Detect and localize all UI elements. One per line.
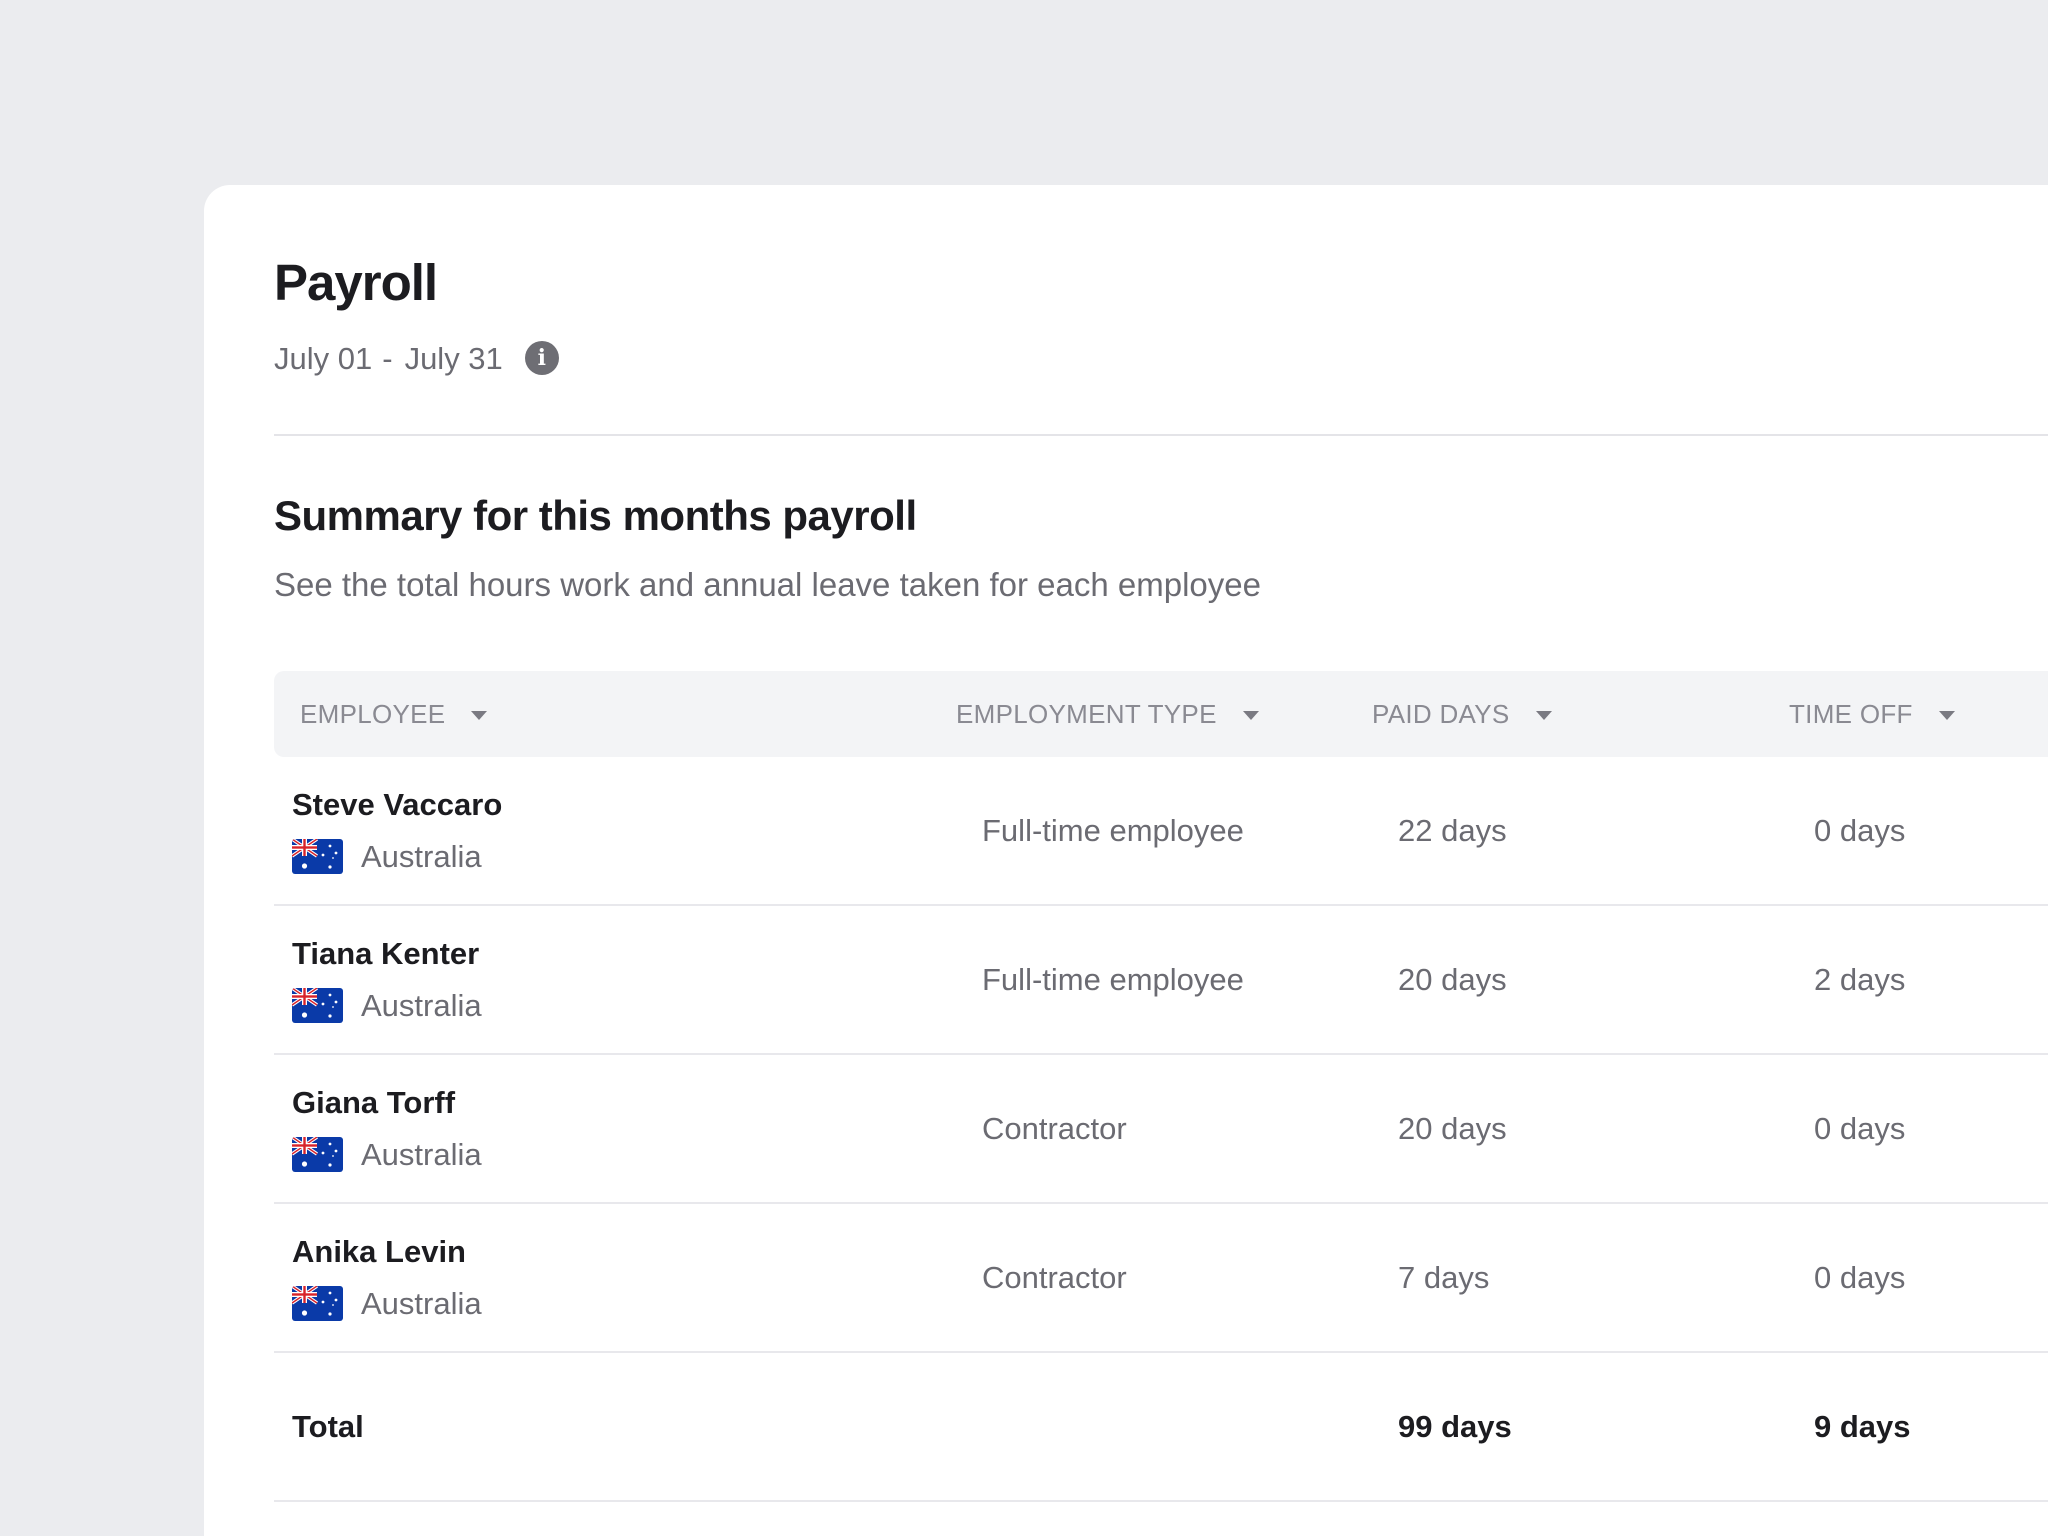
country-label: Australia	[361, 988, 482, 1023]
paid-days: 20 days	[1398, 962, 1507, 997]
employment-type: Contractor	[982, 1111, 1127, 1146]
time-off: 0 days	[1814, 1260, 1906, 1295]
date-range: July 01 - July 31 i	[274, 341, 559, 375]
column-header-employee[interactable]: EMPLOYEE	[300, 671, 488, 757]
sort-caret-icon[interactable]	[471, 710, 488, 720]
country-label: Australia	[361, 1137, 482, 1172]
employee-name: Anika Levin	[292, 1234, 466, 1269]
table-total-row: Total 99 days 9 days	[274, 1353, 2048, 1502]
country-label: Australia	[361, 839, 482, 874]
australia-flag-icon	[292, 988, 343, 1023]
paid-days: 20 days	[1398, 1111, 1507, 1146]
paid-days: 7 days	[1398, 1260, 1490, 1295]
table-row[interactable]: Giana Torff Australia Contractor 20 days…	[274, 1055, 2048, 1204]
employee-name: Tiana Kenter	[292, 936, 480, 971]
column-header-paid-days[interactable]: PAID DAYS	[1372, 671, 1552, 757]
employee-country: Australia	[292, 1286, 482, 1321]
employee-country: Australia	[292, 988, 482, 1023]
summary-subtitle: See the total hours work and annual leav…	[274, 566, 1261, 603]
time-off: 2 days	[1814, 962, 1906, 997]
employee-name: Steve Vaccaro	[292, 787, 503, 822]
employee-country: Australia	[292, 839, 482, 874]
australia-flag-icon	[292, 1286, 343, 1321]
australia-flag-icon	[292, 839, 343, 874]
table-row[interactable]: Tiana Kenter Australia Full-time employe…	[274, 906, 2048, 1055]
time-off: 0 days	[1814, 813, 1906, 848]
column-header-time-off[interactable]: TIME OFF	[1789, 671, 1955, 757]
sort-caret-icon[interactable]	[1242, 710, 1259, 720]
table-header: EMPLOYEE EMPLOYMENT TYPE PAID DAYS TIME …	[274, 671, 2048, 757]
australia-flag-icon	[292, 1137, 343, 1172]
employment-type: Full-time employee	[982, 813, 1244, 848]
header-divider	[274, 434, 2048, 436]
summary-title: Summary for this months payroll	[274, 492, 917, 539]
paid-days: 22 days	[1398, 813, 1507, 848]
column-label: PAID DAYS	[1372, 698, 1510, 729]
employment-type: Contractor	[982, 1260, 1127, 1295]
table-row[interactable]: Steve Vaccaro Australia Full-time employ…	[274, 757, 2048, 906]
column-header-employment-type[interactable]: EMPLOYMENT TYPE	[956, 671, 1259, 757]
total-label: Total	[292, 1409, 364, 1444]
column-label: EMPLOYEE	[300, 698, 446, 729]
table-row[interactable]: Anika Levin Australia Contractor 7 days …	[274, 1204, 2048, 1353]
total-paid-days: 99 days	[1398, 1409, 1512, 1444]
date-start: July 01	[274, 340, 373, 376]
info-icon[interactable]: i	[524, 341, 559, 375]
payroll-card: Payroll July 01 - July 31 i Summary for …	[204, 185, 2048, 1536]
country-label: Australia	[361, 1286, 482, 1321]
date-end: July 31	[404, 340, 503, 376]
sort-caret-icon[interactable]	[1535, 710, 1552, 720]
sort-caret-icon[interactable]	[1938, 710, 1955, 720]
employment-type: Full-time employee	[982, 962, 1244, 997]
date-separator: -	[382, 340, 393, 376]
page-title: Payroll	[274, 254, 438, 311]
column-label: TIME OFF	[1789, 698, 1913, 729]
column-label: EMPLOYMENT TYPE	[956, 698, 1217, 729]
employee-country: Australia	[292, 1137, 482, 1172]
total-time-off: 9 days	[1814, 1409, 1911, 1444]
employee-name: Giana Torff	[292, 1085, 456, 1120]
payroll-table: EMPLOYEE EMPLOYMENT TYPE PAID DAYS TIME …	[274, 671, 2048, 1502]
time-off: 0 days	[1814, 1111, 1906, 1146]
